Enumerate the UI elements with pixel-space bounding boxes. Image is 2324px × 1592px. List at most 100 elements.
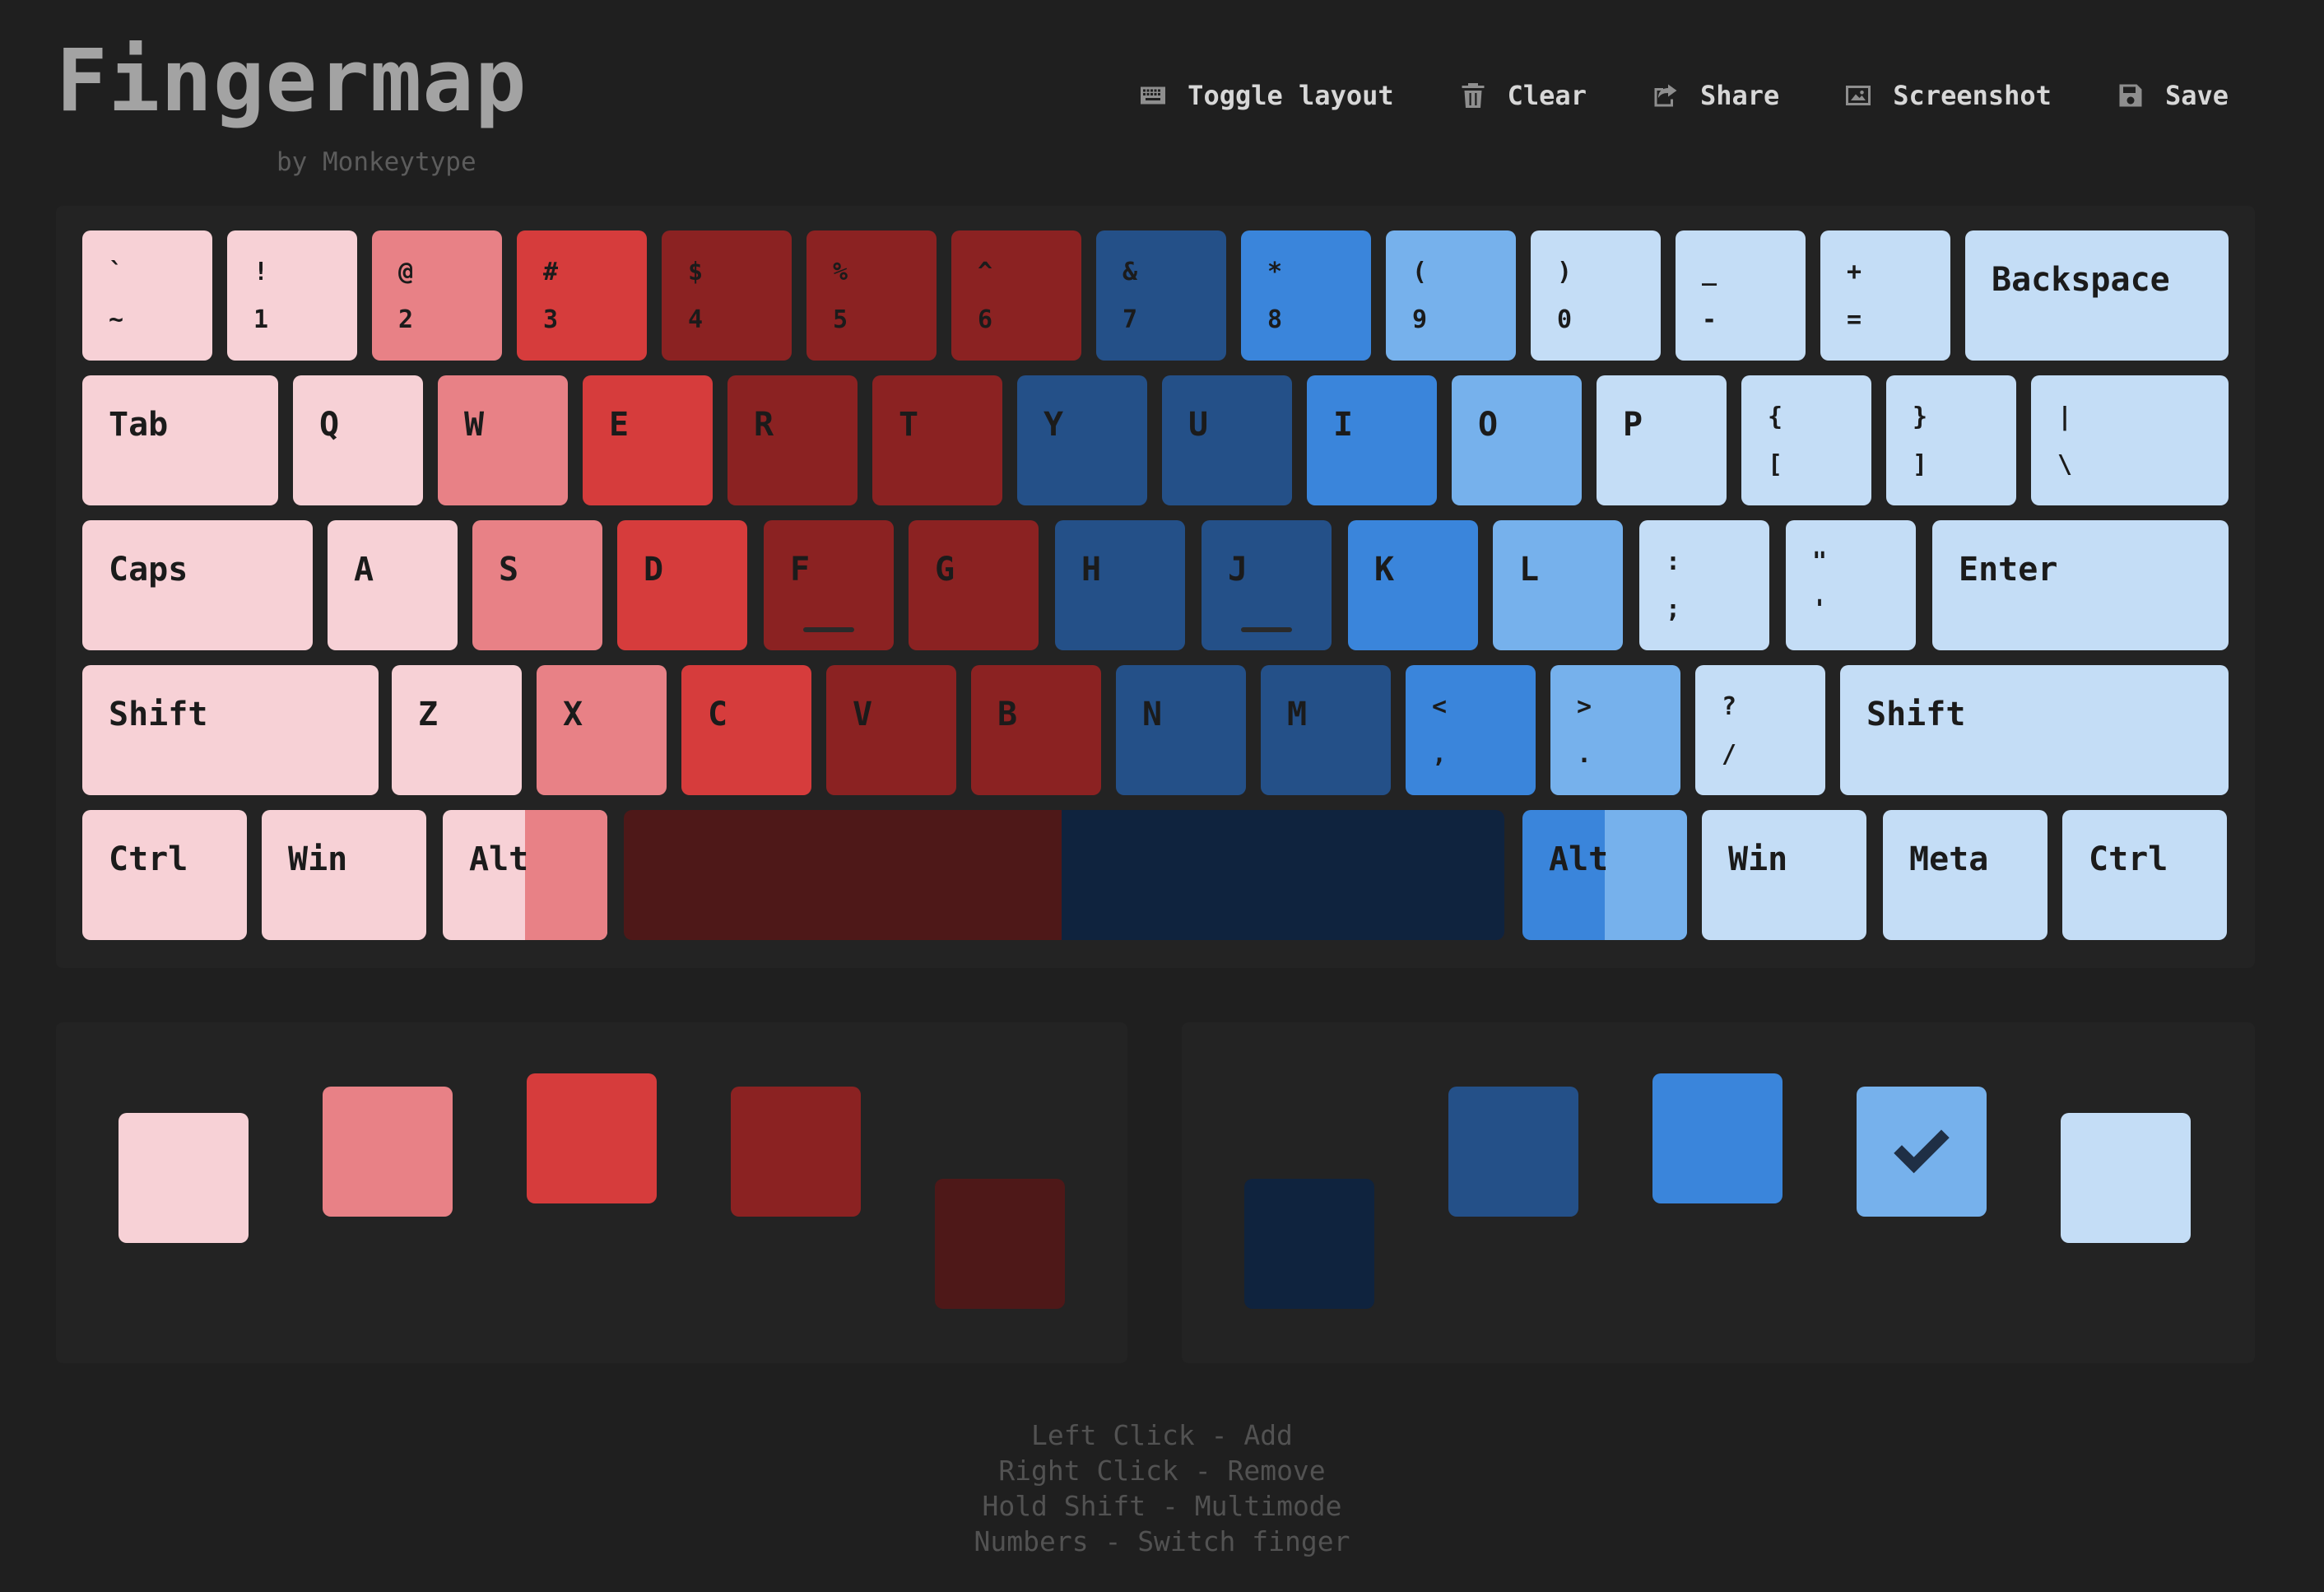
key-semicolon[interactable]: :; [1639,520,1769,650]
key-3[interactable]: #3 [517,230,647,361]
checkmark-icon [1894,1129,1950,1174]
toggle-layout-button[interactable]: Toggle layout [1138,71,1394,120]
key-f[interactable]: F [764,520,894,650]
key-equals[interactable]: + = [1820,230,1950,361]
key-meta[interactable]: Meta [1883,810,2047,940]
key-backtick[interactable]: ` ~ [82,230,212,361]
key-o[interactable]: O [1452,375,1582,505]
key-second-finger-region [1605,810,1687,940]
key-x[interactable]: X [537,665,667,795]
key-label: Enter [1959,551,2058,589]
share-button[interactable]: Share [1651,71,1779,120]
key-g[interactable]: G [909,520,1039,650]
key-b[interactable]: B [971,665,1101,795]
key-2[interactable]: @2 [372,230,502,361]
key-r[interactable]: R [727,375,858,505]
key-ralt[interactable]: Alt [1522,810,1687,940]
key-l[interactable]: L [1493,520,1623,650]
finger-swatch-r2[interactable] [1448,1087,1578,1217]
key-lalt[interactable]: Alt [443,810,607,940]
key-i[interactable]: I [1307,375,1437,505]
key-7[interactable]: & 7 [1096,230,1226,361]
finger-swatch-r1[interactable] [1244,1179,1374,1309]
key-label: Ctrl [109,840,188,878]
key-9[interactable]: (9 [1386,230,1516,361]
key-z[interactable]: Z [392,665,522,795]
finger-swatch-l4[interactable] [731,1087,861,1217]
key-quote[interactable]: " ' [1786,520,1916,650]
finger-swatch-l5[interactable] [935,1179,1065,1309]
key-rbracket[interactable]: }] [1886,375,2016,505]
key-lbracket[interactable]: {[ [1741,375,1871,505]
key-lshift[interactable]: Shift [82,665,379,795]
key-label: Shift [1866,696,1966,733]
key-shift-label: * [1267,258,1283,286]
key-v[interactable]: V [826,665,956,795]
finger-swatch-r5[interactable] [2061,1113,2191,1243]
right-hand-fingers [1182,1022,2255,1363]
key-minus[interactable]: _ - [1676,230,1806,361]
key-lwin[interactable]: Win [262,810,426,940]
key-m[interactable]: M [1261,665,1391,795]
key-label: U [1188,406,1209,444]
save-button[interactable]: Save [2116,71,2229,120]
key-slash[interactable]: ? / [1695,665,1825,795]
key-d[interactable]: D [617,520,747,650]
key-caps[interactable]: Caps [82,520,313,650]
key-label: Ctrl [2089,840,2168,878]
key-c[interactable]: C [681,665,811,795]
key-8[interactable]: * 8 [1241,230,1371,361]
key-comma[interactable]: <, [1406,665,1536,795]
key-label: T [899,406,919,444]
key-tab[interactable]: Tab [82,375,278,505]
key-n[interactable]: N [1116,665,1246,795]
key-second-finger-region [525,810,607,940]
finger-swatch-l2[interactable] [323,1087,453,1217]
key-base-label: ' [1812,595,1828,624]
key-base-label: 8 [1267,305,1283,334]
key-base-label: 2 [398,305,414,334]
key-h[interactable]: H [1055,520,1185,650]
key-1[interactable]: ! 1 [227,230,357,361]
key-4[interactable]: $4 [662,230,792,361]
key-p[interactable]: P [1597,375,1727,505]
finger-swatch-r4[interactable] [1857,1087,1987,1217]
key-5[interactable]: % 5 [806,230,937,361]
key-6[interactable]: ^ 6 [951,230,1081,361]
key-rctrl[interactable]: Ctrl [2062,810,2227,940]
key-lctrl[interactable]: Ctrl [82,810,247,940]
key-k[interactable]: K [1348,520,1478,650]
keyboard-icon [1138,81,1168,110]
key-y[interactable]: Y [1017,375,1147,505]
key-period[interactable]: >. [1550,665,1680,795]
key-q[interactable]: Q [293,375,423,505]
key-backslash[interactable]: | \ [2031,375,2229,505]
finger-swatch-l3[interactable] [527,1073,657,1203]
key-w[interactable]: W [438,375,568,505]
key-shift-label: ? [1722,692,1737,721]
key-0[interactable]: ) 0 [1531,230,1661,361]
key-e[interactable]: E [583,375,713,505]
key-base-label: \ [2057,450,2073,479]
share-icon [1651,81,1680,110]
key-t[interactable]: T [872,375,1002,505]
key-base-label: 4 [688,305,704,334]
finger-swatch-l1[interactable] [119,1113,249,1243]
screenshot-button[interactable]: Screenshot [1843,71,2052,120]
key-label: A [354,551,374,589]
key-base-label: ~ [109,305,124,334]
key-shift-label: ^ [978,258,993,286]
key-label: Meta [1909,840,1989,878]
finger-swatch-r3[interactable] [1652,1073,1783,1203]
key-rshift[interactable]: Shift [1840,665,2229,795]
key-shift-label: ` [109,258,124,286]
clear-button[interactable]: Clear [1458,71,1587,120]
key-j[interactable]: J [1202,520,1332,650]
key-s[interactable]: S [472,520,602,650]
key-enter[interactable]: Enter [1932,520,2229,650]
key-rwin[interactable]: Win [1702,810,1866,940]
key-space[interactable] [624,810,1504,940]
key-a[interactable]: A [328,520,458,650]
key-backspace[interactable]: Backspace [1965,230,2229,361]
key-u[interactable]: U [1162,375,1292,505]
